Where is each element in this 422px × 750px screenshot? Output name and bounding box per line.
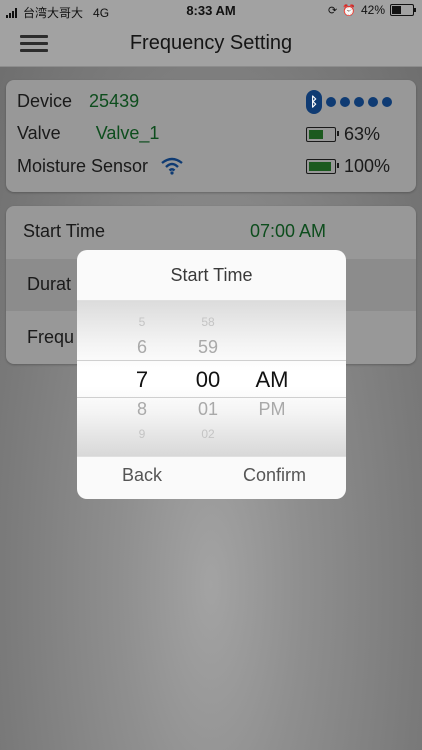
hour-option[interactable]: 5 [112, 315, 172, 329]
wifi-icon [161, 157, 183, 175]
minute-option[interactable]: 59 [178, 337, 238, 358]
back-button[interactable]: Back [122, 465, 162, 486]
duration-label: Durat [27, 274, 72, 294]
minute-option-selected[interactable]: 00 [178, 367, 238, 393]
valve-battery-percent: 63% [344, 124, 381, 144]
hour-option[interactable]: 9 [112, 427, 172, 441]
minute-option[interactable]: 01 [178, 399, 238, 420]
meridiem-option-selected[interactable]: AM [242, 367, 302, 393]
valve-label: Valve [17, 123, 61, 143]
bluetooth-status: ᛒ [306, 90, 392, 114]
minute-option[interactable]: 58 [178, 315, 238, 329]
valve-row: Valve Valve_1 [17, 123, 159, 144]
battery-percent: 42% [360, 3, 385, 17]
bluetooth-icon: ᛒ [306, 90, 322, 114]
time-picker-dialog: Start Time 5 6 7 8 9 58 59 00 01 02 AM P… [77, 250, 346, 499]
picker-title: Start Time [170, 265, 253, 285]
hour-option[interactable]: 8 [112, 399, 172, 420]
frequency-label: Frequ [27, 327, 75, 347]
moisture-label: Moisture Sensor [17, 156, 149, 176]
signal-dot [326, 97, 336, 107]
orientation-lock-icon: ⟳ [328, 4, 338, 17]
hour-option-selected[interactable]: 7 [112, 367, 172, 393]
start-time-value: 07:00 AM [249, 221, 326, 241]
meridiem-option[interactable]: PM [242, 399, 302, 420]
hour-option[interactable]: 6 [112, 337, 172, 358]
sensor-battery: 100% [306, 156, 390, 177]
nav-bar: Frequency Setting [0, 22, 422, 67]
sensor-battery-percent: 100% [344, 156, 391, 176]
valve-value: Valve_1 [95, 123, 160, 143]
signal-dot [354, 97, 364, 107]
minute-option[interactable]: 02 [178, 427, 238, 441]
status-bar: 台湾大哥大 4G 8:33 AM ⟳ ⏰ 42% [0, 0, 422, 22]
signal-dot [340, 97, 350, 107]
device-label: Device [17, 91, 73, 111]
start-time-label: Start Time [23, 221, 106, 241]
page-title: Frequency Setting [129, 32, 293, 54]
device-info-card: Device 25439 Valve Valve_1 Moisture Sens… [6, 80, 416, 192]
alarm-icon: ⏰ [342, 4, 356, 17]
battery-icon [306, 159, 339, 174]
status-right: ⟳ ⏰ 42% [328, 3, 416, 17]
moisture-row: Moisture Sensor [17, 156, 183, 177]
signal-dot [382, 97, 392, 107]
confirm-button[interactable]: Confirm [243, 465, 306, 486]
battery-icon [390, 4, 416, 16]
time-wheel[interactable]: 5 6 7 8 9 58 59 00 01 02 AM PM [77, 300, 346, 457]
device-value: 25439 [89, 91, 140, 111]
valve-battery: 63% [306, 124, 380, 145]
signal-dot [368, 97, 378, 107]
battery-icon [306, 127, 339, 142]
device-row: Device 25439 [17, 91, 139, 112]
